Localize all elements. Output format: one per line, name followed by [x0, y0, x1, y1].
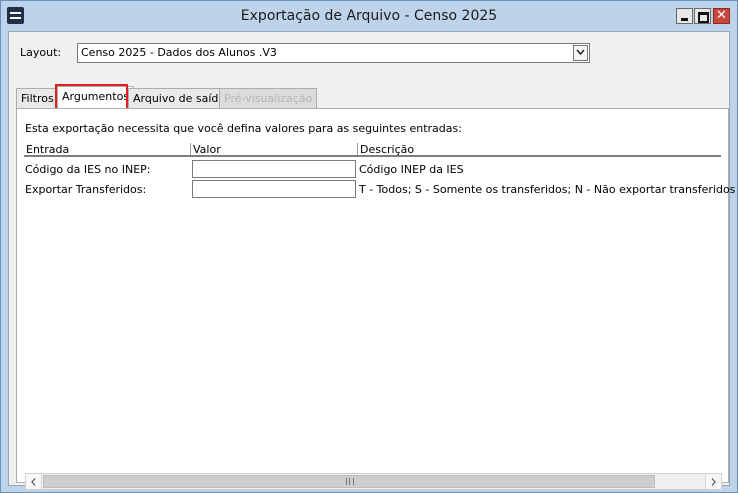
- close-button[interactable]: ✕: [713, 8, 730, 24]
- maximize-button[interactable]: [694, 8, 711, 24]
- export-window: Exportação de Arquivo - Censo 2025 ✕ Lay…: [0, 0, 738, 493]
- column-header-descricao[interactable]: Descrição: [358, 143, 721, 156]
- title-bar[interactable]: Exportação de Arquivo - Censo 2025 ✕: [1, 1, 737, 31]
- scroll-right-button[interactable]: [705, 474, 721, 489]
- grid-header: Entrada Valor Descrição: [24, 141, 721, 157]
- grip-icon: [346, 478, 354, 485]
- codigo-ies-input[interactable]: [192, 160, 356, 178]
- exportar-transferidos-input[interactable]: [192, 180, 356, 198]
- window-title: Exportação de Arquivo - Censo 2025: [240, 8, 498, 24]
- chevron-right-icon: [711, 478, 716, 486]
- tab-highlight-box: [55, 84, 128, 110]
- chevron-left-icon: [31, 478, 36, 486]
- close-icon: ✕: [716, 8, 727, 23]
- tab-pre-visualizacao: Pré-visualização: [219, 88, 318, 108]
- layout-select-value: Censo 2025 - Dados dos Alunos .V3: [81, 46, 277, 59]
- chevron-down-icon[interactable]: [573, 45, 588, 61]
- layout-label: Layout:: [20, 46, 62, 59]
- row-desc-exportar-transferidos: T - Todos; S - Somente os transferidos; …: [359, 183, 736, 196]
- dialog-body: Layout: Censo 2025 - Dados dos Alunos .V…: [8, 31, 735, 490]
- scroll-thumb[interactable]: [43, 475, 655, 488]
- row-desc-codigo-ies: Código INEP da IES: [359, 163, 464, 176]
- horizontal-scrollbar[interactable]: [25, 473, 722, 490]
- arguments-panel: Esta exportação necessita que você defin…: [16, 108, 735, 490]
- column-header-valor[interactable]: Valor: [191, 143, 358, 156]
- tab-filtros[interactable]: Filtros: [16, 88, 59, 108]
- scroll-left-button[interactable]: [26, 474, 42, 489]
- row-label-exportar-transferidos: Exportar Transferidos:: [25, 183, 147, 196]
- column-header-entrada[interactable]: Entrada: [24, 143, 191, 156]
- minimize-button[interactable]: [676, 8, 693, 24]
- layout-select[interactable]: Censo 2025 - Dados dos Alunos .V3: [77, 43, 590, 63]
- row-label-codigo-ies: Código da IES no INEP:: [25, 163, 151, 176]
- tab-arquivo-de-saida[interactable]: Arquivo de saída: [128, 88, 231, 108]
- intro-text: Esta exportação necessita que você defin…: [25, 122, 462, 135]
